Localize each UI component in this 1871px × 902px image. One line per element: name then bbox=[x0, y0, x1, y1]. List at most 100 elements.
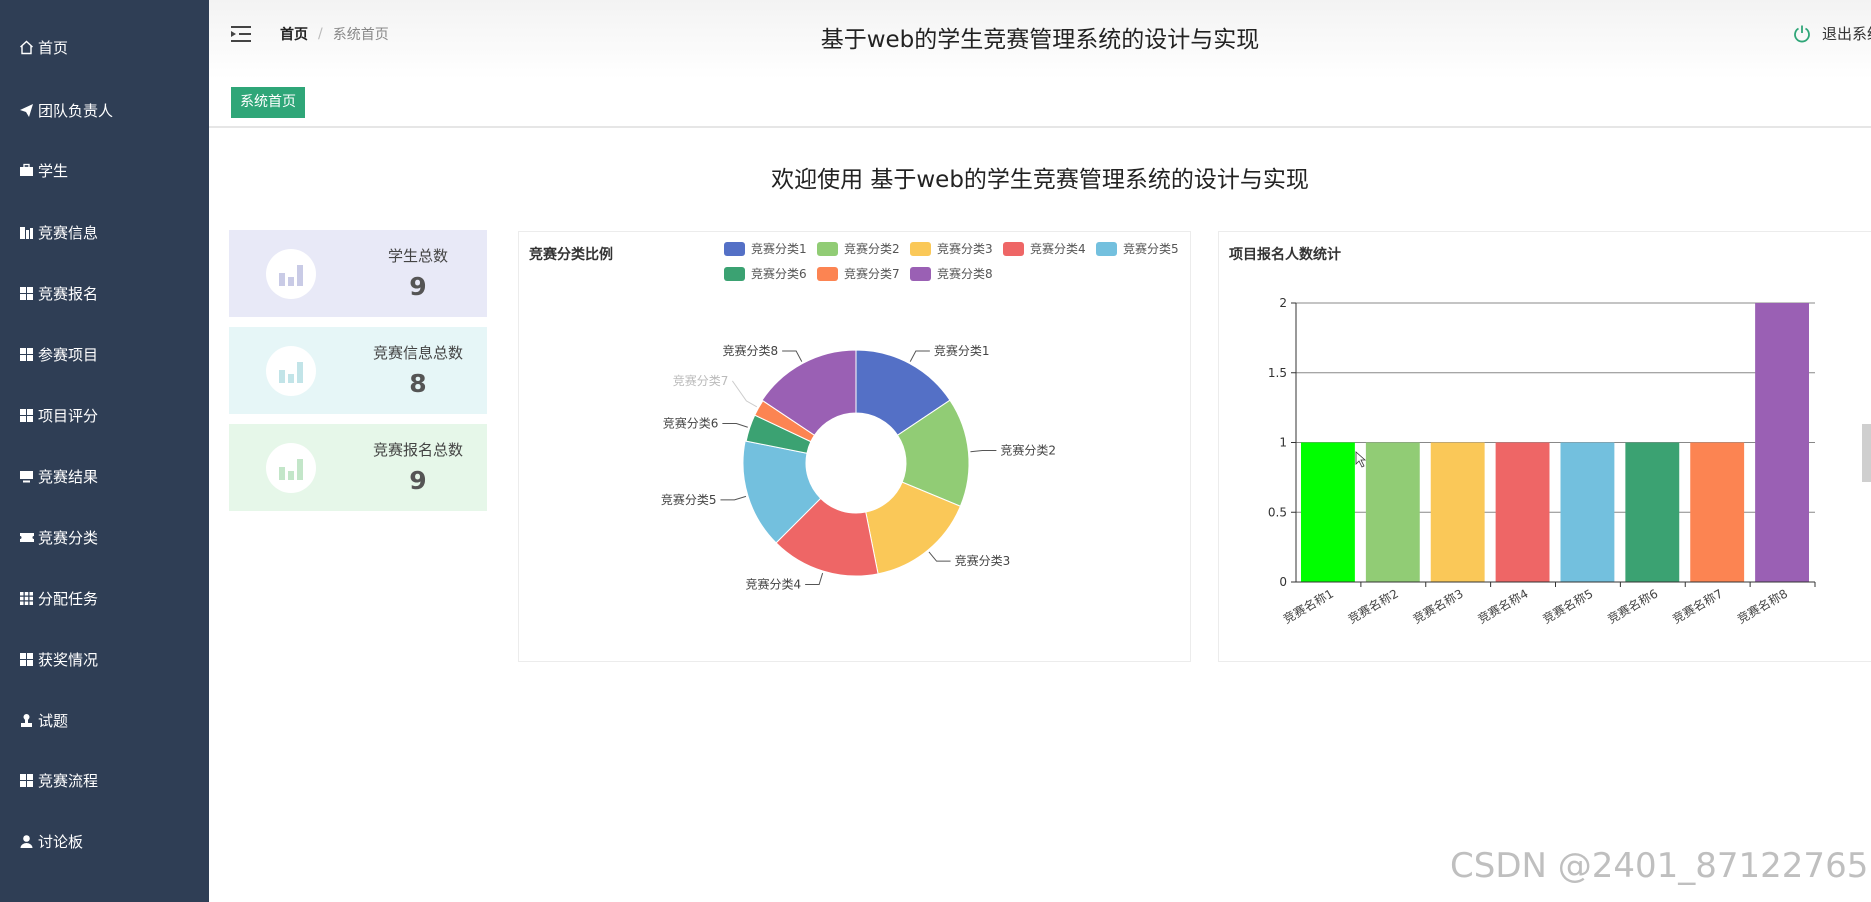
x-tick-label: 竞赛名称1 bbox=[1280, 586, 1336, 627]
sidebar-item-label: 项目评分 bbox=[38, 406, 99, 425]
sidebar-item-label: 获奖情况 bbox=[38, 650, 99, 669]
paper-plane-icon bbox=[18, 103, 35, 118]
pie-label-line bbox=[731, 380, 758, 408]
stat-card-2: 竞赛报名总数 9 bbox=[229, 424, 487, 511]
bar[interactable] bbox=[1430, 442, 1485, 583]
pie-slice-label: 竞赛分类5 bbox=[661, 492, 717, 507]
sidebar-item-label: 竞赛信息 bbox=[38, 223, 99, 242]
logout-label: 退出系统 bbox=[1822, 25, 1871, 43]
y-tick-label: 0.5 bbox=[1268, 505, 1287, 519]
sidebar-item-12[interactable]: 竞赛流程 bbox=[0, 760, 209, 800]
bar[interactable] bbox=[1755, 303, 1809, 582]
sidebar-item-label: 竞赛结果 bbox=[38, 467, 99, 486]
pie-label-line bbox=[805, 572, 824, 586]
bar-chart-icon bbox=[266, 443, 316, 493]
grid-icon bbox=[18, 408, 35, 423]
pie-label-line bbox=[722, 422, 748, 428]
sidebar-item-8[interactable]: 竞赛分类 bbox=[0, 517, 209, 557]
tab-system-home[interactable]: 系统首页 bbox=[231, 87, 305, 118]
sidebar-item-label: 讨论板 bbox=[38, 832, 84, 851]
stamp-icon bbox=[18, 713, 35, 728]
building-icon bbox=[18, 225, 35, 240]
sidebar-item-label: 竞赛分类 bbox=[38, 528, 99, 547]
bar[interactable] bbox=[1495, 442, 1550, 583]
x-tick-label: 竞赛名称7 bbox=[1670, 586, 1726, 627]
pie-label-line bbox=[970, 450, 997, 453]
stat-value: 9 bbox=[409, 272, 427, 301]
y-tick-label: 1 bbox=[1279, 436, 1287, 450]
bar[interactable] bbox=[1625, 442, 1680, 583]
pie-slice-label: 竞赛分类8 bbox=[722, 343, 778, 358]
grid-icon bbox=[18, 286, 35, 301]
sidebar-item-label: 团队负责人 bbox=[38, 101, 114, 120]
user-icon bbox=[18, 834, 35, 849]
apps-icon bbox=[18, 591, 35, 606]
x-tick-label: 竞赛名称5 bbox=[1540, 586, 1596, 627]
scrollbar-thumb[interactable] bbox=[1862, 424, 1871, 482]
pie-label-line bbox=[720, 495, 747, 501]
pie-slice-label: 竞赛分类2 bbox=[1000, 443, 1056, 458]
stat-value: 8 bbox=[409, 369, 427, 398]
sidebar-item-4[interactable]: 竞赛报名 bbox=[0, 273, 209, 313]
sidebar-item-0[interactable]: 首页 bbox=[0, 27, 209, 67]
grid-icon bbox=[18, 347, 35, 362]
grid-icon bbox=[18, 652, 35, 667]
sidebar-item-label: 首页 bbox=[38, 38, 69, 57]
x-tick-label: 竞赛名称6 bbox=[1605, 586, 1661, 627]
grid-icon bbox=[18, 773, 35, 788]
pie-label-line bbox=[909, 350, 930, 362]
x-tick-label: 竞赛名称8 bbox=[1734, 586, 1790, 627]
bar-chart: 00.511.52竞赛名称1 竞赛名称2 竞赛名称3 竞赛名称4 竞赛名称5 竞赛名称6 竞… bbox=[1268, 296, 1816, 627]
bar-chart-icon bbox=[266, 249, 316, 299]
sidebar-item-11[interactable]: 试题 bbox=[0, 700, 209, 740]
bar-chart-panel: 项目报名人数统计 0 0.5 1 1.5 2 竞赛名称1 竞赛名称2 竞赛名称3 竞赛名称4 竞赛… bbox=[1218, 231, 1871, 662]
sidebar-item-10[interactable]: 获奖情况 bbox=[0, 639, 209, 679]
y-tick-label: 1.5 bbox=[1268, 366, 1287, 380]
welcome-heading: 欢迎使用 基于web的学生竞赛管理系统的设计与实现 bbox=[771, 167, 1309, 193]
sidebar-item-label: 分配任务 bbox=[38, 589, 99, 608]
sidebar-item-label: 试题 bbox=[38, 711, 69, 730]
sidebar-item-3[interactable]: 竞赛信息 bbox=[0, 212, 209, 252]
stat-value: 9 bbox=[409, 466, 427, 495]
sidebar-item-2[interactable]: 学生 bbox=[0, 150, 209, 190]
pie-slice-label: 竞赛分类4 bbox=[745, 577, 801, 592]
bar[interactable] bbox=[1301, 442, 1355, 583]
watermark: CSDN @2401_87122765 bbox=[1450, 846, 1869, 886]
pie-slice-label: 竞赛分类6 bbox=[663, 415, 719, 430]
header: 首页 / 系统首页 基于web的学生竞赛管理系统的设计与实现 退出系统 bbox=[209, 0, 1871, 80]
stat-label: 学生总数 bbox=[387, 247, 448, 265]
y-tick-label: 0 bbox=[1279, 575, 1287, 589]
home-icon bbox=[18, 40, 35, 55]
bar-chart-icon bbox=[266, 346, 316, 396]
sidebar: 首页团队负责人学生竞赛信息竞赛报名参赛项目项目评分竞赛结果竞赛分类分配任务获奖情… bbox=[0, 0, 209, 902]
ticket-icon bbox=[18, 530, 35, 545]
x-tick-label: 竞赛名称3 bbox=[1410, 586, 1466, 627]
sidebar-item-label: 竞赛报名 bbox=[38, 284, 99, 303]
bar[interactable] bbox=[1365, 442, 1420, 583]
x-tick-label: 竞赛名称2 bbox=[1345, 586, 1401, 627]
briefcase-icon bbox=[18, 163, 35, 178]
stat-label: 竞赛信息总数 bbox=[372, 344, 463, 362]
sidebar-item-6[interactable]: 项目评分 bbox=[0, 395, 209, 435]
y-tick-label: 2 bbox=[1279, 296, 1287, 310]
sidebar-item-9[interactable]: 分配任务 bbox=[0, 578, 209, 618]
pie-slice-label: 竞赛分类7 bbox=[673, 373, 729, 388]
sidebar-item-7[interactable]: 竞赛结果 bbox=[0, 456, 209, 496]
pie-label-line bbox=[782, 350, 803, 362]
tab-bar: 系统首页 bbox=[209, 79, 1871, 128]
power-icon bbox=[1794, 25, 1810, 42]
pie-slice-label: 竞赛分类1 bbox=[934, 343, 990, 358]
sidebar-item-13[interactable]: 讨论板 bbox=[0, 821, 209, 861]
stat-label: 竞赛报名总数 bbox=[372, 441, 463, 459]
bar[interactable] bbox=[1690, 442, 1745, 583]
sidebar-item-1[interactable]: 团队负责人 bbox=[0, 90, 209, 130]
logout-button[interactable]: 退出系统 bbox=[1792, 23, 1871, 44]
app-title: 基于web的学生竞赛管理系统的设计与实现 bbox=[820, 27, 1260, 53]
sidebar-item-5[interactable]: 参赛项目 bbox=[0, 334, 209, 374]
sidebar-item-label: 竞赛流程 bbox=[38, 771, 99, 790]
pie-slice-label: 竞赛分类3 bbox=[955, 553, 1011, 568]
pie-label-line bbox=[928, 551, 951, 562]
mouse-cursor-icon bbox=[1355, 451, 1367, 468]
monitor-icon bbox=[18, 469, 35, 484]
bar[interactable] bbox=[1560, 442, 1615, 583]
